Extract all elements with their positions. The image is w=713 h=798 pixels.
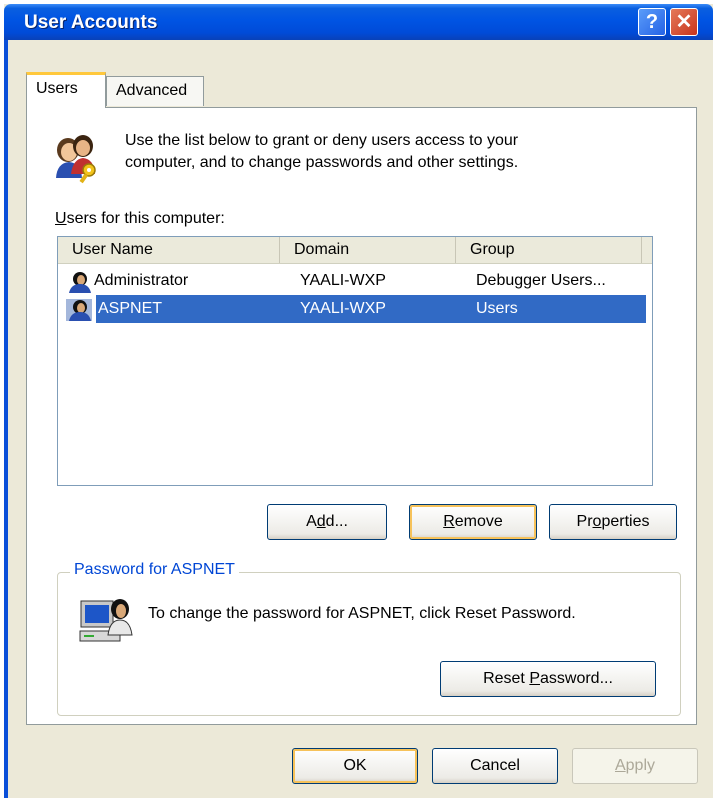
intro-text: Use the list below to grant or deny user… [125, 130, 675, 174]
add-button[interactable]: Add... [267, 504, 387, 540]
cell-group: Users [476, 300, 518, 317]
password-group: Password for ASPNET To change the passwo… [57, 561, 681, 716]
cell-domain: YAALI-WXP [300, 300, 386, 317]
cancel-button[interactable]: Cancel [432, 748, 558, 784]
users-list-label: Users for this computer: [55, 210, 225, 227]
list-header: User Name Domain Group [58, 237, 652, 264]
remove-button[interactable]: Remove [409, 504, 537, 540]
table-row-selected[interactable]: ASPNET YAALI-WXP Users [60, 295, 650, 323]
column-header-group[interactable]: Group [456, 237, 642, 263]
intro-line-1: Use the list below to grant or deny user… [125, 132, 519, 149]
cell-group: Debugger Users... [476, 272, 606, 289]
user-icon [66, 299, 92, 321]
users-list[interactable]: User Name Domain Group Administrator YAA… [57, 236, 653, 486]
cell-user-name: ASPNET [98, 300, 163, 317]
properties-button[interactable]: Properties [549, 504, 677, 540]
window-title: User Accounts [24, 12, 158, 33]
cell-domain: YAALI-WXP [300, 272, 386, 289]
intro-line-2: computer, and to change passwords and ot… [125, 154, 519, 171]
tab-users[interactable]: Users [26, 72, 106, 108]
password-group-legend: Password for ASPNET [70, 561, 239, 579]
column-header-user-name[interactable]: User Name [58, 237, 280, 263]
apply-button[interactable]: Apply [572, 748, 698, 784]
reset-password-button[interactable]: Reset Password... [440, 661, 656, 697]
computer-user-icon [79, 599, 133, 642]
help-button[interactable]: ? [638, 8, 666, 36]
password-instructions: To change the password for ASPNET, click… [148, 605, 576, 622]
title-bar[interactable]: User Accounts ? ✕ [4, 4, 713, 40]
users-key-icon [56, 135, 96, 184]
users-tab-panel: Use the list below to grant or deny user… [26, 107, 697, 725]
tab-advanced[interactable]: Advanced [106, 76, 204, 106]
close-button[interactable]: ✕ [670, 8, 698, 36]
user-icon [69, 272, 91, 293]
cell-user-name: Administrator [94, 272, 189, 289]
ok-button[interactable]: OK [292, 748, 418, 784]
window-frame-left [4, 40, 8, 798]
column-header-domain[interactable]: Domain [280, 237, 456, 263]
table-row[interactable]: Administrator YAALI-WXP Debugger Users..… [60, 267, 650, 295]
